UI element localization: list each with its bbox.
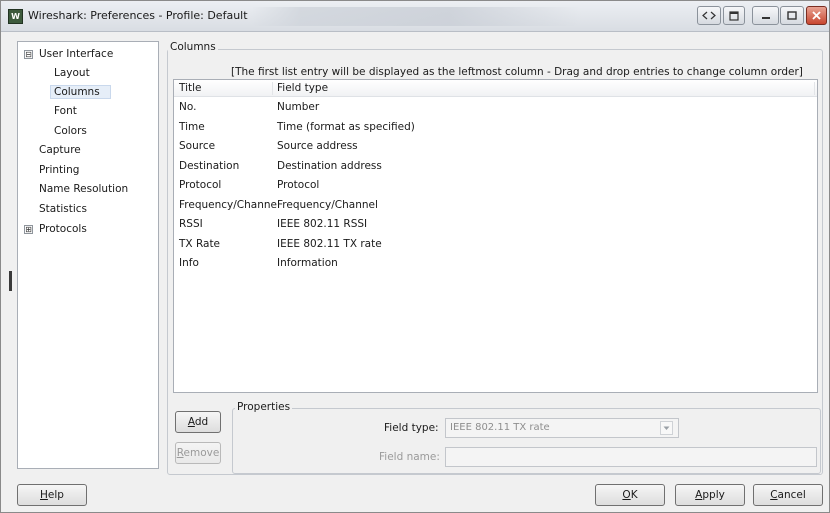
add-label: dd: [194, 416, 209, 428]
nav-arrows-icon[interactable]: [697, 6, 721, 25]
table-row[interactable]: No. Number: [174, 99, 817, 118]
tree-item-printing[interactable]: Printing: [39, 164, 79, 176]
tree-item-statistics[interactable]: Statistics: [39, 203, 87, 215]
properties-group-label: Properties: [235, 401, 293, 413]
header-divider[interactable]: [814, 82, 815, 95]
expand-icon[interactable]: ⊞: [24, 225, 33, 234]
add-button[interactable]: Add: [175, 411, 221, 433]
columns-list[interactable]: Title Field type No. Number Time Time (f…: [173, 79, 818, 393]
row-field-type: Frequency/Channel: [277, 199, 378, 211]
row-title: Info: [179, 257, 199, 269]
row-title: No.: [179, 101, 197, 113]
table-row[interactable]: Frequency/Channel Frequency/Channel: [174, 197, 817, 216]
remove-button[interactable]: Remove: [175, 442, 221, 464]
apply-button[interactable]: Apply: [675, 484, 745, 506]
close-icon[interactable]: [806, 6, 827, 25]
collapse-icon[interactable]: ⊟: [24, 50, 33, 59]
row-field-type: Time (format as specified): [277, 121, 415, 133]
row-title: Protocol: [179, 179, 222, 191]
tree-item-layout[interactable]: Layout: [54, 67, 90, 79]
preferences-dialog: W Wireshark: Preferences - Profile: Defa…: [0, 0, 830, 513]
header-divider[interactable]: [272, 82, 273, 95]
tree-item-protocols[interactable]: Protocols: [39, 223, 87, 235]
field-name-label: Field name:: [379, 451, 440, 463]
tree-item-user-interface[interactable]: User Interface: [39, 48, 113, 60]
field-type-value: IEEE 802.11 TX rate: [450, 422, 550, 433]
columns-group-label: Columns: [168, 41, 218, 53]
restore-doc-icon[interactable]: [723, 6, 745, 25]
row-title: Source: [179, 140, 216, 152]
row-field-type: Number: [277, 101, 320, 113]
wireshark-app-icon: W: [8, 9, 23, 24]
row-field-type: IEEE 802.11 RSSI: [277, 218, 368, 230]
window-edge-marker: [9, 271, 12, 291]
table-row[interactable]: Info Information: [174, 255, 817, 274]
ok-button[interactable]: OK: [595, 484, 665, 506]
header-title[interactable]: Title: [179, 82, 202, 94]
title-bar[interactable]: W Wireshark: Preferences - Profile: Defa…: [1, 1, 829, 32]
row-title: RSSI: [179, 218, 203, 230]
row-title: Destination: [179, 160, 240, 172]
table-row[interactable]: Source Source address: [174, 138, 817, 157]
preferences-tree[interactable]: ⊟ User Interface Layout Columns Font Col…: [17, 41, 159, 469]
field-type-select[interactable]: IEEE 802.11 TX rate: [445, 418, 679, 438]
help-mnemonic: H: [40, 489, 48, 501]
row-field-type: IEEE 802.11 TX rate: [277, 238, 382, 250]
cancel-button[interactable]: Cancel: [753, 484, 823, 506]
table-row[interactable]: Destination Destination address: [174, 158, 817, 177]
remove-label: emove: [183, 447, 220, 459]
columns-list-header: Title Field type: [174, 80, 817, 97]
window-title: Wireshark: Preferences - Profile: Defaul…: [28, 9, 248, 22]
table-row[interactable]: TX Rate IEEE 802.11 TX rate: [174, 236, 817, 255]
ok-label: K: [630, 489, 638, 501]
tree-item-font[interactable]: Font: [54, 105, 77, 117]
help-label: elp: [47, 489, 64, 501]
row-field-type: Destination address: [277, 160, 382, 172]
cancel-label: ancel: [777, 489, 806, 501]
row-title: TX Rate: [179, 238, 221, 250]
table-row[interactable]: Protocol Protocol: [174, 177, 817, 196]
columns-hint: [The first list entry will be displayed …: [231, 66, 803, 78]
tree-item-name-resolution[interactable]: Name Resolution: [39, 183, 128, 195]
row-title: Frequency/Channel: [179, 199, 280, 211]
maximize-icon[interactable]: [780, 6, 804, 25]
row-field-type: Source address: [277, 140, 358, 152]
chevron-down-icon[interactable]: [660, 421, 673, 435]
field-type-label: Field type:: [384, 422, 439, 434]
tree-item-colors[interactable]: Colors: [54, 125, 87, 137]
table-row[interactable]: RSSI IEEE 802.11 RSSI: [174, 216, 817, 235]
cancel-mnemonic: C: [770, 489, 778, 501]
minimize-icon[interactable]: [752, 6, 779, 25]
tree-item-columns[interactable]: Columns: [50, 85, 111, 99]
field-name-input[interactable]: [445, 447, 817, 467]
row-field-type: Information: [277, 257, 338, 269]
table-row[interactable]: Time Time (format as specified): [174, 119, 817, 138]
add-mnemonic: A: [187, 416, 195, 428]
apply-label: pply: [702, 489, 725, 501]
title-bar-obscured-region: [251, 7, 581, 26]
tree-item-capture[interactable]: Capture: [39, 144, 81, 156]
header-field-type[interactable]: Field type: [277, 82, 328, 94]
row-title: Time: [179, 121, 205, 133]
help-button[interactable]: Help: [17, 484, 87, 506]
ok-mnemonic: O: [622, 489, 631, 501]
row-field-type: Protocol: [277, 179, 320, 191]
remove-mnemonic: R: [176, 447, 184, 459]
